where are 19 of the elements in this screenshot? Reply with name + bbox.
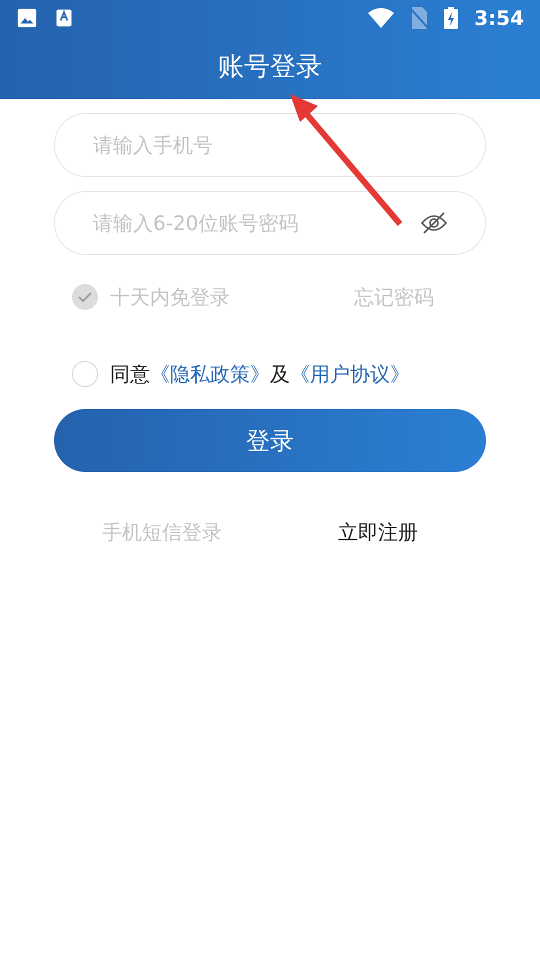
agree-checkbox[interactable] xyxy=(72,361,98,387)
clock-time: 3:54 xyxy=(474,5,524,32)
register-link[interactable]: 立即注册 xyxy=(338,517,418,547)
text-note-icon xyxy=(54,8,74,28)
wifi-icon xyxy=(368,8,394,28)
battery-charging-icon xyxy=(444,7,458,29)
policy-link[interactable]: 《用户协议》 xyxy=(290,362,410,386)
remember-checkbox[interactable] xyxy=(72,284,98,310)
check-icon xyxy=(78,292,92,302)
remember-label: 十天内免登录 xyxy=(110,284,230,311)
password-field[interactable]: 请输入6-20位账号密码 xyxy=(54,191,486,255)
hidden-eye-icon[interactable] xyxy=(420,212,448,234)
agreement-text: 同意《隐私政策》及《用户协议》 xyxy=(110,361,410,388)
page-title: 账号登录 xyxy=(218,51,322,84)
image-icon xyxy=(16,7,38,29)
policy-link[interactable]: 《隐私政策》 xyxy=(150,362,270,386)
login-button[interactable]: 登录 xyxy=(54,409,486,472)
phone-field[interactable]: 请输入手机号 xyxy=(54,113,486,177)
no-sim-icon xyxy=(410,7,428,29)
